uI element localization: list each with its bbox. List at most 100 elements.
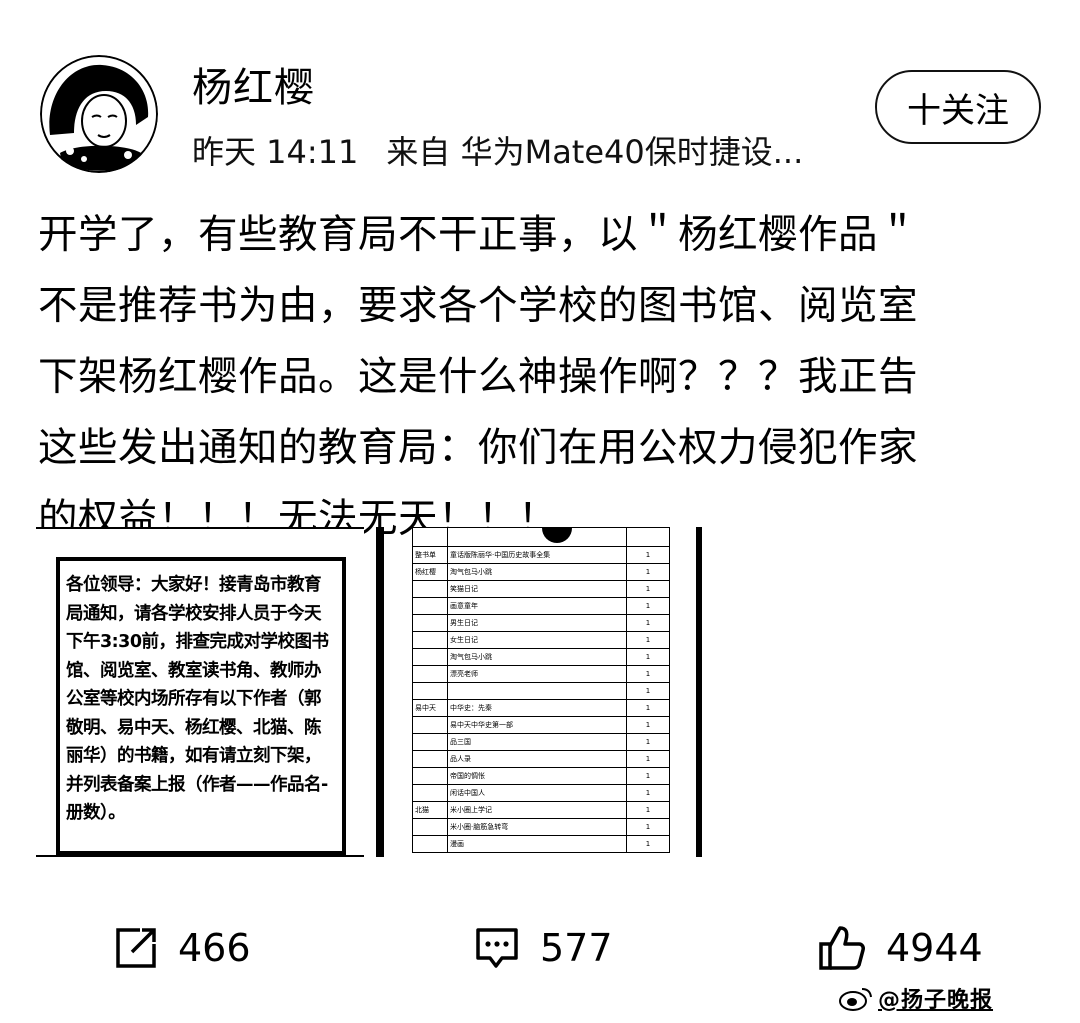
- comment-icon: [476, 928, 518, 968]
- notice-card: 各位领导：大家好！接青岛市教育局通知，请各学校安排人员于今天下午3:30前，排查…: [56, 557, 346, 855]
- table-cell: 1: [626, 580, 670, 598]
- table-cell: 漂亮老师: [447, 665, 627, 683]
- watermark-text: @扬子晚报: [878, 988, 994, 1013]
- table-cell: 1: [626, 733, 670, 751]
- notice-text: 各位领导：大家好！接青岛市教育局通知，请各学校安排人员于今天下午3:30前，排查…: [66, 575, 329, 823]
- table-cell: 1: [626, 835, 670, 853]
- table-row: 米小圈·脑筋急转弯 1: [412, 818, 670, 836]
- table-cell: 1: [626, 631, 670, 649]
- table-cell: 淘气包马小跳: [447, 563, 627, 581]
- table-cell: 1: [626, 597, 670, 615]
- table-cell: [412, 682, 448, 700]
- table-row: 漂亮老师 1: [412, 665, 670, 683]
- table-cell: [412, 631, 448, 649]
- table-cell: [412, 597, 448, 615]
- comment-count: 577: [540, 926, 613, 970]
- table-cell: 1: [626, 614, 670, 632]
- table-header-cell: [447, 527, 627, 547]
- post-line: 不是推荐书为由，要求各个学校的图书馆、阅览室: [38, 283, 918, 329]
- table-cell: [412, 767, 448, 785]
- post-time: 昨天 14:11: [192, 133, 359, 171]
- post-line: 开学了，有些教育局不干正事，以＂杨红樱作品＂: [38, 212, 918, 258]
- table-cell: 1: [626, 801, 670, 819]
- post-line: 下架杨红樱作品。这是什么神操作啊？？？我正告: [38, 354, 918, 400]
- table-cell: [412, 750, 448, 768]
- table-cell: 女生日记: [447, 631, 627, 649]
- table-cell: 米小圈上学记: [447, 801, 627, 819]
- table-row: 1: [412, 682, 670, 700]
- table-cell: 闲话中国人: [447, 784, 627, 802]
- post-image-table[interactable]: 整书单 童话版陈丽华·中国历史故事全集 1 杨红樱 淘气包马小跳 1 笑猫日记 1 画意童年 1 男…: [412, 527, 670, 857]
- table-cell: 1: [626, 648, 670, 666]
- table-cell: 1: [626, 546, 670, 564]
- table-cell: [412, 614, 448, 632]
- table-row: 男生日记 1: [412, 614, 670, 632]
- image-border-top: [36, 527, 364, 529]
- follow-button[interactable]: 十关注: [875, 70, 1041, 144]
- post-source: 来自 华为Mate40保时捷设...: [386, 133, 804, 171]
- watermark: @扬子晚报: [838, 982, 993, 1014]
- table-cell: 画意童年: [447, 597, 627, 615]
- avatar[interactable]: [40, 55, 158, 173]
- repost-count: 466: [178, 926, 251, 970]
- post-meta: 昨天 14:11 来自 华为Mate40保时捷设...: [192, 132, 803, 172]
- table-cell: 品人录: [447, 750, 627, 768]
- table-cell: [412, 835, 448, 853]
- thumbs-up-icon: [819, 926, 865, 970]
- table-cell: 北猫: [412, 801, 448, 819]
- table-cell: 整书单: [412, 546, 448, 564]
- table-row: 品人录 1: [412, 750, 670, 768]
- table-cell: 1: [626, 682, 670, 700]
- table-cell: 1: [626, 563, 670, 581]
- table-cell: 童话版陈丽华·中国历史故事全集: [447, 546, 627, 564]
- like-button[interactable]: 4944: [818, 920, 983, 976]
- table-cell: [412, 648, 448, 666]
- image-border-bottom: [36, 855, 364, 857]
- table-cell: 1: [626, 699, 670, 717]
- like-count: 4944: [886, 926, 983, 970]
- table-cell: 笑猫日记: [447, 580, 627, 598]
- comment-button[interactable]: 577: [474, 920, 613, 976]
- table-cell: [412, 580, 448, 598]
- follow-button-label: 十关注: [907, 90, 1009, 131]
- table-row: 易中天 中华史：先秦 1: [412, 699, 670, 717]
- image-separator: [376, 527, 384, 857]
- table-cell: 1: [626, 784, 670, 802]
- table-cell: 米小圈·脑筋急转弯: [447, 818, 627, 836]
- table-cell: 1: [626, 818, 670, 836]
- table-cell: 中华史：先秦: [447, 699, 627, 717]
- table-row: 漫画 1: [412, 835, 670, 853]
- table-cell: 杨红樱: [412, 563, 448, 581]
- table-row: 品三国 1: [412, 733, 670, 751]
- table-cell: 易中天: [412, 699, 448, 717]
- table-header-cell: [626, 527, 670, 547]
- post-image-notice[interactable]: 各位领导：大家好！接青岛市教育局通知，请各学校安排人员于今天下午3:30前，排查…: [36, 527, 364, 857]
- table-cell: [412, 818, 448, 836]
- table-row: 画意童年 1: [412, 597, 670, 615]
- table-cell: 男生日记: [447, 614, 627, 632]
- table-header-cell: [412, 527, 448, 547]
- image-edge: [696, 527, 702, 857]
- table-cell: 淘气包马小跳: [447, 648, 627, 666]
- repost-button[interactable]: 466: [114, 920, 251, 976]
- table-cell: 漫画: [447, 835, 627, 853]
- post-line: 这些发出通知的教育局：你们在用公权力侵犯作家: [38, 425, 918, 471]
- table-row: 帝国的惆怅 1: [412, 767, 670, 785]
- post-text: 开学了，有些教育局不干正事，以＂杨红樱作品＂ 不是推荐书为由，要求各个学校的图书…: [38, 200, 1038, 555]
- table-cell: [412, 733, 448, 751]
- table-cell: 帝国的惆怅: [447, 767, 627, 785]
- share-icon: [116, 928, 156, 968]
- table-cell: 易中天中华史第一部: [447, 716, 627, 734]
- table-row: 易中天中华史第一部 1: [412, 716, 670, 734]
- table-cell: [412, 716, 448, 734]
- table-cell: 1: [626, 767, 670, 785]
- table-header-row: [412, 527, 670, 547]
- table-row: 北猫 米小圈上学记 1: [412, 801, 670, 819]
- table-cell: 1: [626, 716, 670, 734]
- weibo-logo-icon: [839, 988, 872, 1011]
- table-row: 闲话中国人 1: [412, 784, 670, 802]
- table-cell: [412, 665, 448, 683]
- table-cell: 1: [626, 665, 670, 683]
- table-cell: [412, 784, 448, 802]
- author-name[interactable]: 杨红樱: [192, 64, 315, 112]
